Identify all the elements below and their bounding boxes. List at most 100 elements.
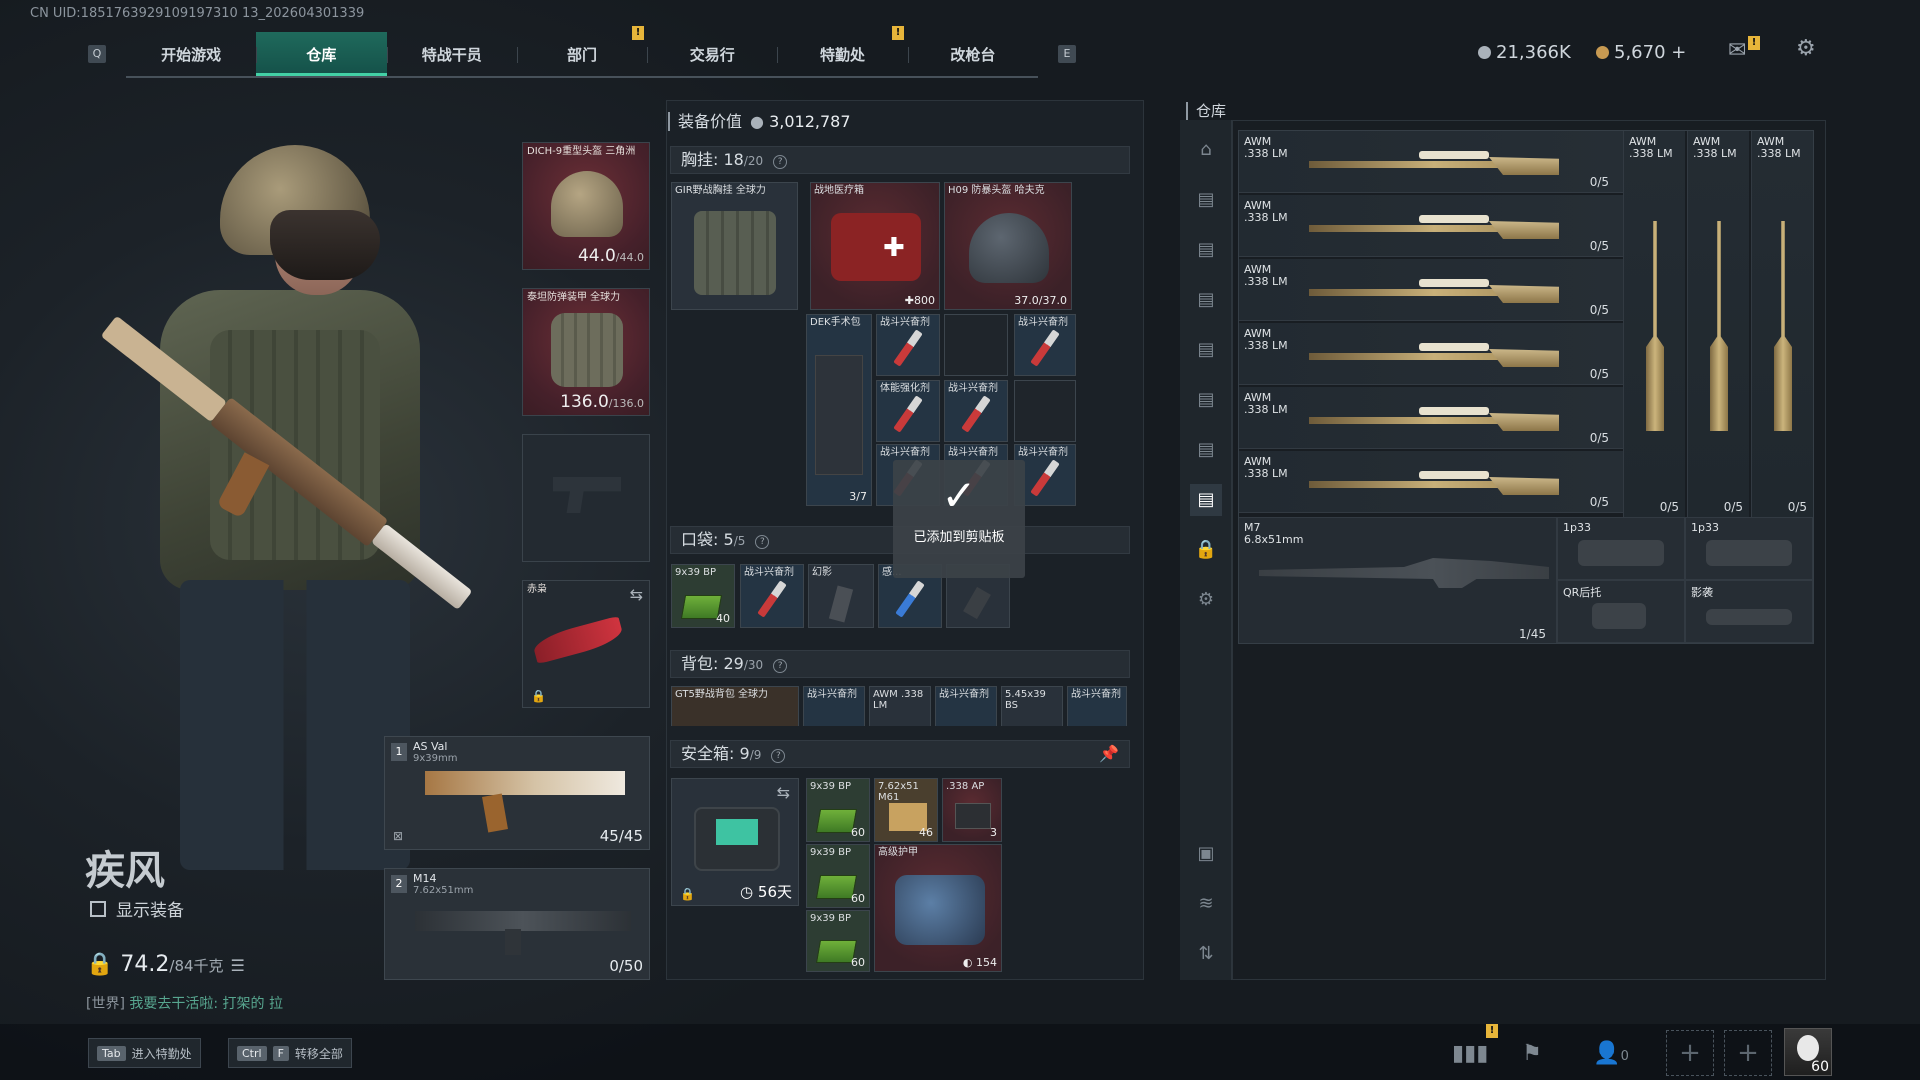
empty-slot[interactable] xyxy=(1014,380,1076,442)
show-equipment-toggle[interactable]: 显示装备 xyxy=(90,896,184,921)
secondary-weapon-slot[interactable]: 2 M14 7.62x51mm 0/50 xyxy=(384,868,650,980)
coin-icon: ● xyxy=(750,112,764,131)
stim-item[interactable]: 战斗兴奋剂 xyxy=(1067,686,1127,726)
warehouse-page-icon[interactable]: ▤ xyxy=(1190,284,1222,316)
chest-rig-header: 胸挂: 18/20? xyxy=(670,146,1130,174)
no-mod-icon: ⊠ xyxy=(393,829,404,843)
scope-item[interactable]: 1p33 xyxy=(1685,517,1813,580)
surgery-kit-item[interactable]: DEK手术包 3/7 xyxy=(806,314,872,506)
melee-slot[interactable]: 赤枭 ⇆ 🔒 xyxy=(522,580,650,708)
help-icon[interactable]: ? xyxy=(773,155,788,169)
pistol-slot[interactable] xyxy=(522,434,650,562)
help-icon[interactable]: ? xyxy=(755,535,770,549)
stim-item[interactable]: 战斗兴奋剂 xyxy=(803,686,865,726)
awm-item[interactable]: AWM .338 LM 0/5 xyxy=(1239,131,1623,193)
tab-trade[interactable]: 交易行 xyxy=(647,32,777,76)
mail-badge: ! xyxy=(1748,36,1760,50)
currency-premium[interactable]: 5,670 + xyxy=(1596,42,1686,63)
help-icon[interactable]: ? xyxy=(773,659,788,673)
awm-item[interactable]: AWM .338 LM 0/5 xyxy=(1239,451,1623,513)
gear-icon[interactable]: ⚙ xyxy=(1190,584,1222,616)
next-tab-key[interactable]: E xyxy=(1058,45,1076,63)
awm-item[interactable]: AWM .338 LM 0/5 xyxy=(1239,387,1623,449)
ammo-item[interactable]: 7.62x51 M61 46 xyxy=(874,778,938,842)
lock-icon[interactable]: 🔒 xyxy=(1190,534,1222,566)
m7-rifle-item[interactable]: M7 6.8x51mm 1/45 xyxy=(1239,517,1557,643)
premium-coin-icon xyxy=(1596,46,1609,59)
currency-coins[interactable]: 21,366K xyxy=(1478,42,1571,63)
flag-icon[interactable]: ⚑ xyxy=(1514,1036,1550,1072)
warehouse-page-icon[interactable]: ▤ xyxy=(1190,434,1222,466)
add-teammate-button[interactable]: + xyxy=(1724,1030,1772,1076)
warehouse-page-icon[interactable]: ▤ xyxy=(1190,484,1222,516)
stim-item[interactable]: 战斗兴奋剂 xyxy=(935,686,997,726)
friends-icon[interactable]: 👤0 xyxy=(1586,1036,1636,1072)
tab-operators[interactable]: 特战干员 xyxy=(386,32,517,76)
backpack-item[interactable]: GT5野战背包 全球力 xyxy=(671,686,799,726)
armor-slot[interactable]: 泰坦防弹装甲 全球力 136.0/136.0 xyxy=(522,288,650,416)
settings-gear-icon[interactable]: ⚙ xyxy=(1796,36,1816,61)
swap-icon[interactable]: ⇆ xyxy=(777,783,790,802)
awm-item[interactable]: AWM .338 LM 0/5 xyxy=(1623,131,1685,517)
awm-item[interactable]: AWM .338 LM xyxy=(869,686,931,726)
world-chat[interactable]: [世界] 我要去干活啦: 打架的 拉 xyxy=(86,993,283,1013)
awm-item[interactable]: AWM .338 LM 0/5 xyxy=(1239,195,1623,257)
uid-text: CN UID:1851763929109197310 13_2026043013… xyxy=(30,6,365,21)
swap-icon[interactable]: ⇆ xyxy=(630,585,643,604)
helmet-slot[interactable]: DICH-9重型头盔 三角洲 44.0/44.0 xyxy=(522,142,650,270)
scope-item[interactable]: 1p33 xyxy=(1557,517,1685,580)
pin-icon[interactable]: 📌 xyxy=(1099,741,1119,767)
warehouse-page-icon[interactable]: ⌂ xyxy=(1190,134,1222,166)
transfer-all-button[interactable]: Ctrl F 转移全部 xyxy=(228,1038,352,1068)
player-avatar[interactable]: 60 xyxy=(1784,1028,1832,1076)
notice-badge: ! xyxy=(632,26,644,40)
stim-item[interactable]: 战斗兴奋剂 xyxy=(1014,314,1076,376)
storage-icon[interactable]: ▣ xyxy=(1190,838,1222,870)
warehouse-page-icon[interactable]: ▤ xyxy=(1190,334,1222,366)
checkbox[interactable] xyxy=(90,900,106,917)
stim-item[interactable]: 战斗兴奋剂 xyxy=(876,314,940,376)
chest-rig-item[interactable]: GIR野战胸挂 全球力 xyxy=(671,182,798,310)
rifle-icon xyxy=(415,911,631,931)
ammo-item[interactable]: 9x39 BP 60 xyxy=(806,844,870,908)
stats-chart-icon[interactable]: ▮▮▮ xyxy=(1452,1036,1488,1072)
tab-start-game[interactable]: 开始游戏 xyxy=(126,32,256,76)
layers-icon[interactable]: ≋ xyxy=(1190,888,1222,920)
warehouse-page-icon[interactable]: ▤ xyxy=(1190,184,1222,216)
riot-helmet-item[interactable]: H09 防暴头盔 哈夫克 37.0/37.0 xyxy=(944,182,1072,310)
sort-icon[interactable]: ⇅ xyxy=(1190,938,1222,970)
ammo-item[interactable]: 9x39 BP 60 xyxy=(806,778,870,842)
tab-gunsmith[interactable]: 改枪台 xyxy=(907,32,1038,76)
primary-weapon-slot[interactable]: 1 AS Val 9x39mm ⊠ 45/45 xyxy=(384,736,650,850)
grip-item[interactable]: 影袭 xyxy=(1685,580,1813,643)
rifle-icon xyxy=(425,771,625,795)
awm-item[interactable]: AWM .338 LM 0/5 xyxy=(1687,131,1749,517)
ammo-item[interactable]: 5.45x39 BS xyxy=(1001,686,1063,726)
add-teammate-button[interactable]: + xyxy=(1666,1030,1714,1076)
ammo-item[interactable]: 9x39 BP 60 xyxy=(806,910,870,972)
awm-item[interactable]: AWM .338 LM 0/5 xyxy=(1239,323,1623,385)
medkit-item[interactable]: 战地医疗箱 ✚ ✚800 xyxy=(810,182,940,310)
tab-department[interactable]: 部门 xyxy=(516,32,647,76)
tab-warehouse[interactable]: 仓库 xyxy=(256,32,387,76)
safebox-container[interactable]: ⇆ 🔒 ◷ 56天 xyxy=(671,778,799,906)
awm-item[interactable]: AWM .338 LM 0/5 xyxy=(1239,259,1623,321)
stim-item[interactable]: 战斗兴奋剂 xyxy=(944,380,1008,442)
help-icon[interactable]: ? xyxy=(771,749,786,763)
prev-tab-key[interactable]: Q xyxy=(88,45,106,63)
armor-item[interactable]: 高级护甲 ◐ 154 xyxy=(874,844,1002,972)
list-icon[interactable]: ☰ xyxy=(231,956,245,975)
tab-special-ops[interactable]: 特勤处 xyxy=(777,32,907,76)
mail-icon[interactable]: ✉ xyxy=(1728,38,1746,63)
stim-item[interactable]: 体能强化剂 xyxy=(876,380,940,442)
ammo-item[interactable]: 9x39 BP 40 xyxy=(671,564,735,628)
stim-item[interactable]: 战斗兴奋剂 xyxy=(740,564,804,628)
awm-item[interactable]: AWM .338 LM 0/5 xyxy=(1751,131,1813,517)
warehouse-page-icon[interactable]: ▤ xyxy=(1190,234,1222,266)
grip-item[interactable]: 幻影 xyxy=(808,564,874,628)
stock-item[interactable]: QR后托 xyxy=(1557,580,1685,643)
enter-special-ops-button[interactable]: Tab 进入特勤处 xyxy=(88,1038,201,1068)
warehouse-page-icon[interactable]: ▤ xyxy=(1190,384,1222,416)
ammo-item[interactable]: .338 AP 3 xyxy=(942,778,1002,842)
empty-slot[interactable] xyxy=(944,314,1008,376)
